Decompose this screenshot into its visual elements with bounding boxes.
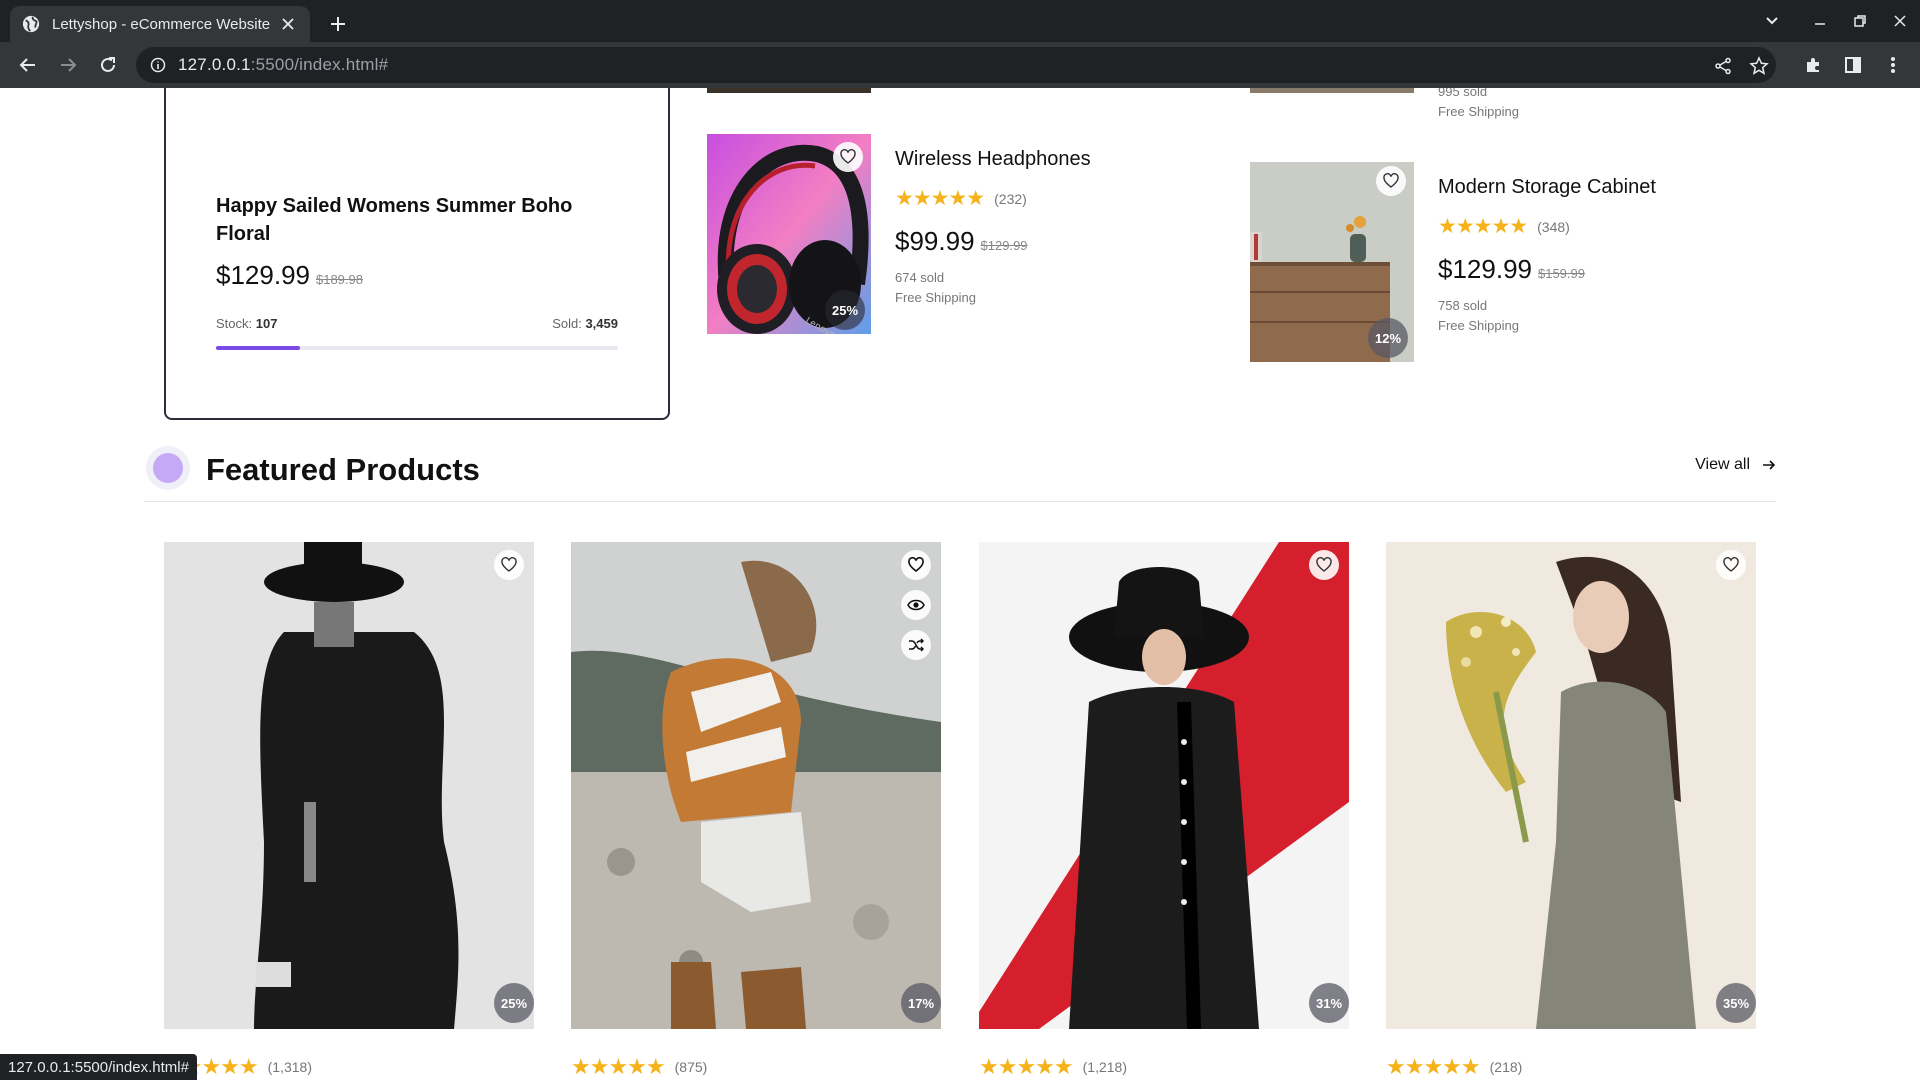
link-status-bar: 127.0.0.1:5500/index.html# — [0, 1054, 197, 1080]
section-dot-icon — [146, 446, 190, 490]
product-rating: ★★★★★ (218) — [1386, 1054, 1522, 1080]
discount-badge: 35% — [1716, 983, 1756, 1023]
info-icon[interactable] — [150, 57, 166, 73]
reload-icon[interactable] — [92, 49, 124, 81]
view-all-link[interactable]: View all — [1695, 456, 1776, 474]
rating-stars: ★★★★★ — [979, 1054, 1074, 1079]
discount-badge: 17% — [901, 983, 941, 1023]
product-rating: ★★★★★ (1,218) — [979, 1054, 1127, 1080]
partial-product-image — [1250, 88, 1414, 93]
minimize-icon[interactable] — [1804, 8, 1836, 34]
featured-product-card[interactable]: 17% — [571, 542, 941, 1029]
wishlist-heart-icon[interactable] — [1309, 550, 1339, 580]
review-count: (1,318) — [267, 1059, 312, 1075]
product-name[interactable]: Wireless Headphones — [895, 148, 1091, 171]
globe-icon — [22, 15, 40, 33]
product-price: $129.99 $159.99 — [1438, 254, 1585, 284]
share-icon[interactable] — [1712, 55, 1734, 77]
menu-kebab-icon[interactable] — [1878, 50, 1908, 80]
close-tab-icon[interactable] — [278, 14, 298, 34]
discount-badge: 25% — [494, 983, 534, 1023]
partial-product-meta: 995 sold Free Shipping — [1438, 88, 1519, 119]
browser-tab[interactable]: Lettyshop - eCommerce Website — [10, 6, 310, 42]
rating-stars: ★★★★★ — [1438, 215, 1528, 238]
back-arrow-icon[interactable] — [12, 49, 44, 81]
deal-price: $129.99 $189.98 — [216, 260, 363, 290]
review-count: (218) — [1489, 1059, 1523, 1075]
product-image[interactable]: Lenovo 25% — [707, 134, 871, 334]
close-window-icon[interactable] — [1884, 8, 1916, 34]
discount-badge: 31% — [1309, 983, 1349, 1023]
compare-shuffle-icon[interactable] — [901, 630, 931, 660]
new-tab-icon[interactable] — [324, 10, 352, 38]
arrow-right-icon — [1763, 460, 1776, 470]
discount-badge: 12% — [1368, 318, 1408, 358]
featured-product-card[interactable]: 31% — [979, 542, 1349, 1029]
quick-view-eye-icon[interactable] — [901, 590, 931, 620]
product-rating: ★★★★★ (875) — [571, 1054, 707, 1080]
mini-product-card[interactable]: Lenovo 25% Wireless Headphones ★★★★★ (23… — [707, 134, 1107, 334]
wishlist-heart-icon[interactable] — [833, 142, 863, 172]
product-image[interactable] — [571, 542, 941, 1029]
deal-stock: Stock: 107 — [216, 316, 278, 331]
product-image[interactable]: 12% — [1250, 162, 1414, 362]
deal-progress-bar — [216, 346, 618, 350]
product-meta: 758 sold Free Shipping — [1438, 298, 1519, 333]
review-count: (232) — [994, 190, 1027, 207]
review-count: (875) — [674, 1059, 708, 1075]
tab-search-icon[interactable] — [1756, 8, 1788, 34]
product-price: $99.99 $129.99 — [895, 226, 1028, 256]
product-meta: 674 sold Free Shipping — [895, 270, 976, 305]
review-count: (348) — [1537, 218, 1570, 235]
product-name[interactable]: Modern Storage Cabinet — [1438, 176, 1656, 199]
rating-stars: ★★★★★ — [571, 1054, 666, 1079]
review-count: (1,218) — [1082, 1059, 1127, 1075]
partial-product-image — [707, 88, 871, 93]
mini-product-card[interactable]: 12% Modern Storage Cabinet ★★★★★ (348) $… — [1250, 162, 1656, 362]
deal-sold: Sold: 3,459 — [552, 316, 618, 331]
bookmark-star-icon[interactable] — [1748, 55, 1770, 77]
product-rating: ★★★★★ (348) — [1438, 214, 1570, 239]
discount-badge: 25% — [825, 290, 865, 330]
browser-toolbar: 127.0.0.1:5500/index.html# — [0, 42, 1920, 88]
deal-of-the-day-card[interactable]: Happy Sailed Womens Summer Boho Floral $… — [164, 88, 670, 420]
wishlist-heart-icon[interactable] — [1376, 166, 1406, 196]
deal-product-title[interactable]: Happy Sailed Womens Summer Boho Floral — [216, 192, 616, 248]
tab-title: Lettyshop - eCommerce Website — [52, 15, 271, 33]
browser-tab-strip: Lettyshop - eCommerce Website — [0, 0, 1920, 42]
side-panel-icon[interactable] — [1838, 50, 1868, 80]
section-title: Featured Products — [206, 452, 480, 487]
forward-arrow-icon[interactable] — [52, 49, 84, 81]
wishlist-heart-icon[interactable] — [901, 550, 931, 580]
deal-progress-fill — [216, 346, 301, 350]
product-image[interactable] — [979, 542, 1349, 1029]
product-image[interactable] — [1386, 542, 1756, 1029]
address-bar[interactable]: 127.0.0.1:5500/index.html# — [136, 47, 1776, 83]
featured-product-card[interactable]: 25% — [164, 542, 534, 1029]
product-rating: ★★★★★ (232) — [895, 186, 1027, 211]
extensions-puzzle-icon[interactable] — [1798, 50, 1828, 80]
wishlist-heart-icon[interactable] — [494, 550, 524, 580]
featured-section-header: Featured Products View all — [144, 444, 1776, 502]
rating-stars: ★★★★★ — [1386, 1054, 1481, 1079]
wishlist-heart-icon[interactable] — [1716, 550, 1746, 580]
product-image[interactable] — [164, 542, 534, 1029]
page-viewport: 995 sold Free Shipping Happy Sailed Wome… — [0, 88, 1920, 1080]
url-text: 127.0.0.1:5500/index.html# — [178, 55, 389, 74]
featured-product-card[interactable]: 35% — [1386, 542, 1756, 1029]
restore-icon[interactable] — [1844, 8, 1876, 34]
rating-stars: ★★★★★ — [895, 187, 985, 210]
